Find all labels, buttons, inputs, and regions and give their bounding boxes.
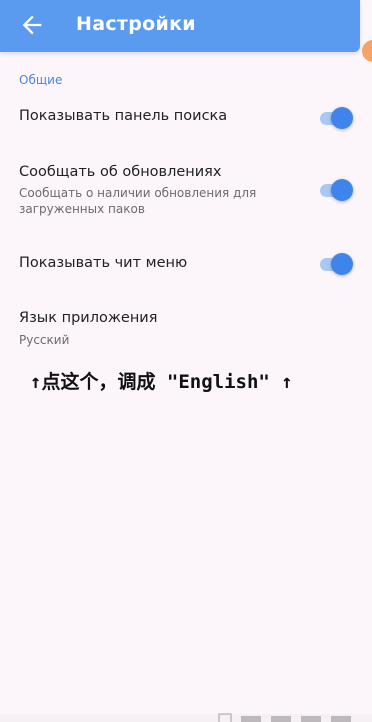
setting-title: Показывать чит меню	[19, 255, 188, 271]
toggle-thumb	[331, 179, 353, 201]
toggle-thumb	[331, 107, 353, 129]
instruction-annotation: ↑点这个，调成 "English" ↑	[30, 371, 293, 393]
watermark-logo	[218, 713, 351, 722]
app-bar: Настройки	[0, 0, 360, 52]
cheat-menu-toggle[interactable]	[320, 252, 354, 276]
setting-title: Сообщать об обновлениях	[19, 164, 222, 180]
setting-value: Русский	[19, 333, 70, 347]
arrow-left-icon[interactable]	[18, 11, 46, 39]
settings-screen: Настройки Общие Показывать панель поиска…	[0, 0, 372, 722]
setting-title: Язык приложения	[19, 310, 158, 326]
page-title: Настройки	[76, 13, 196, 35]
toggle-thumb	[331, 253, 353, 275]
setting-title: Показывать панель поиска	[19, 108, 228, 124]
section-header-general: Общие	[19, 73, 63, 87]
updates-toggle[interactable]	[320, 178, 354, 202]
floating-indicator	[362, 40, 372, 62]
setting-subtitle: Сообщать о наличии обновления для загруж…	[19, 186, 257, 216]
search-panel-toggle[interactable]	[320, 106, 354, 130]
